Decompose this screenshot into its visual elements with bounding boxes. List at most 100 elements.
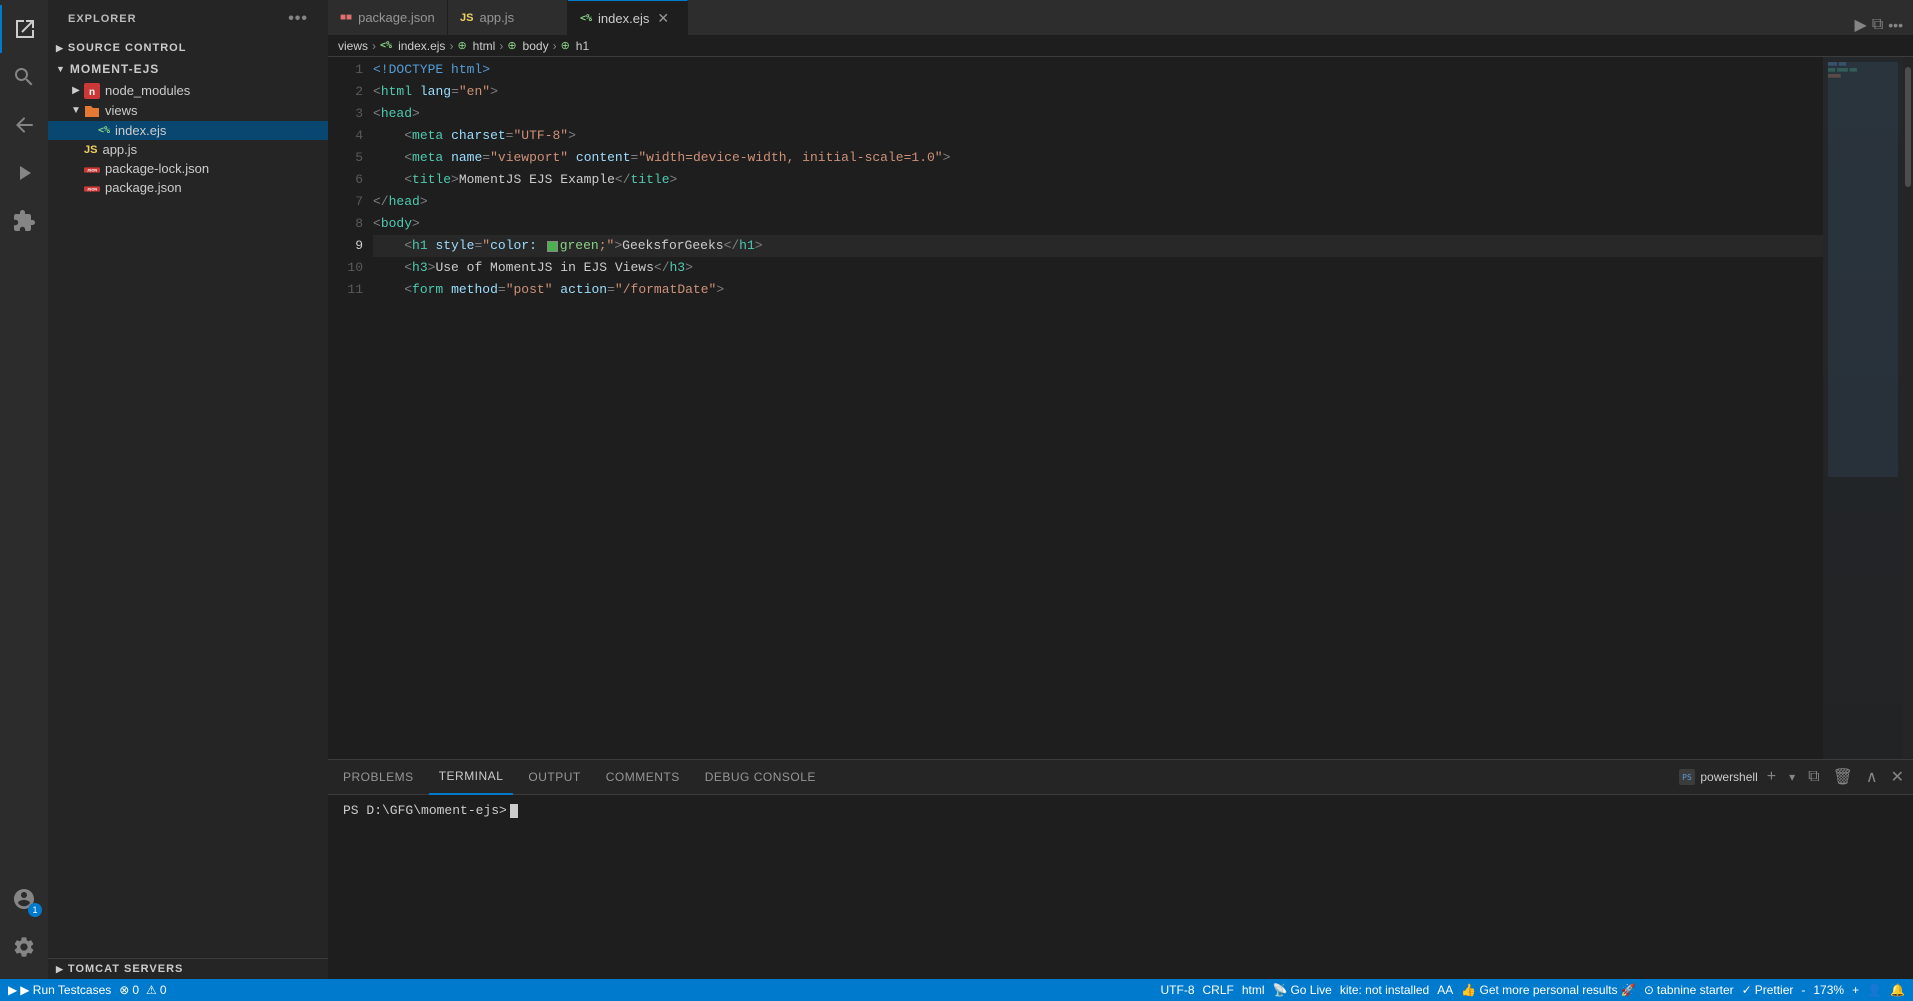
minimap: █████ ████ ████ ██████ ████ ███████ [1823, 57, 1903, 759]
font-size-icon: AA [1437, 983, 1453, 997]
tab-close-button[interactable]: ✕ [657, 10, 669, 27]
code-content: 1 2 3 4 5 6 7 8 9 10 11 [328, 57, 1913, 759]
breadcrumb-body[interactable]: ⊕ body [507, 39, 548, 53]
breadcrumb-body-label: body [523, 39, 549, 53]
svg-text:PS: PS [1683, 773, 1693, 782]
status-zoom-minus[interactable]: - [1801, 983, 1805, 997]
code-lines-container[interactable]: <!DOCTYPE html> <html lang="en"> <head> … [373, 57, 1823, 759]
status-zoom-level[interactable]: 173% [1813, 983, 1844, 997]
status-bar-right: UTF-8 CRLF html 📡 Go Live kite: not inst… [1161, 983, 1906, 997]
code-line-9: <h1 style="color: green;">GeeksforGeeks<… [373, 235, 1823, 257]
project-section[interactable]: ▼ MOMENT-EJS [48, 58, 328, 80]
status-language[interactable]: html [1242, 983, 1265, 997]
panel-dropdown-btn[interactable]: ▾ [1785, 768, 1799, 786]
scrollbar-vertical[interactable] [1903, 57, 1913, 759]
panel-content[interactable]: PS D:\GFG\moment-ejs> [328, 795, 1913, 979]
source-control-section[interactable]: ▶ SOURCE CONTROL [48, 38, 328, 58]
bc-html-icon: ⊕ [457, 39, 466, 52]
sidebar-more-icon[interactable]: ••• [288, 10, 308, 28]
ln-3: 3 [328, 103, 363, 125]
tabnine-label: tabnine starter [1657, 983, 1734, 997]
panel-trash-btn[interactable]: 🗑 [1829, 765, 1857, 789]
node-modules-icon: n [84, 82, 100, 99]
tomcat-header[interactable]: ▶ TOMCAT SERVERS [48, 959, 328, 979]
tomcat-section: ▶ TOMCAT SERVERS [48, 958, 328, 979]
breadcrumb-index-ejs[interactable]: <% index.ejs [380, 39, 445, 53]
activity-settings[interactable] [0, 923, 48, 971]
bc-sep-1: › [372, 39, 376, 53]
status-prettier[interactable]: ✓ Prettier [1742, 983, 1794, 997]
code-line-3: <head> [373, 103, 1823, 125]
tab-package-json[interactable]: ■■ package.json [328, 0, 448, 35]
more-actions-button[interactable]: ••• [1888, 17, 1903, 33]
status-personalize[interactable]: 👍 Get more personal results 🚀 [1461, 983, 1636, 997]
tree-index-ejs[interactable]: <% index.ejs [48, 121, 328, 140]
tab-index-ejs[interactable]: <% index.ejs ✕ [568, 0, 688, 35]
sidebar-header-actions: ••• [288, 10, 308, 28]
status-user-icon[interactable]: 👤 [1867, 983, 1882, 997]
personalize-label: 👍 Get more personal results 🚀 [1461, 983, 1636, 997]
status-errors-warnings[interactable]: ⊗ 0 ⚠ 0 [119, 983, 166, 997]
sidebar: EXPLORER ••• ▶ SOURCE CONTROL ▼ MOMENT-E… [48, 0, 328, 979]
tab-json-icon: ■■ [340, 12, 352, 23]
tab-output[interactable]: OUTPUT [518, 760, 590, 795]
status-run-testcases[interactable]: ▶ ▶ Run Testcases [8, 983, 111, 997]
breadcrumb-h1-label: h1 [576, 39, 589, 53]
status-tabnine[interactable]: ⊙ tabnine starter [1644, 983, 1734, 997]
user-icon: 👤 [1867, 983, 1882, 997]
source-control-arrow: ▶ [56, 43, 64, 54]
svg-text:n: n [89, 87, 95, 98]
breadcrumb-views[interactable]: views [338, 39, 368, 53]
tree-package-lock[interactable]: JSON package-lock.json [48, 159, 328, 178]
bc-sep-4: › [553, 39, 557, 53]
tab-problems[interactable]: PROBLEMS [333, 760, 424, 795]
status-go-live[interactable]: 📡 Go Live [1273, 983, 1332, 997]
panel-close-btn[interactable]: ✕ [1887, 765, 1908, 789]
tab-debug-console[interactable]: DEBUG CONSOLE [695, 760, 826, 795]
code-line-11: <form method="post" action="/formatDate"… [373, 279, 1823, 301]
index-ejs-label: index.ejs [115, 123, 166, 138]
tab-terminal[interactable]: TERMINAL [429, 760, 514, 795]
main-layout: 1 EXPLORER ••• ▶ SOURCE CONTROL ▼ MOMENT… [0, 0, 1913, 979]
activity-account[interactable]: 1 [0, 875, 48, 923]
kite-label: kite: not installed [1340, 983, 1429, 997]
ln-6: 6 [328, 169, 363, 191]
tree-package-json[interactable]: JSON package.json [48, 178, 328, 197]
code-editor[interactable]: 1 2 3 4 5 6 7 8 9 10 11 [328, 57, 1913, 759]
status-font-size[interactable]: AA [1437, 983, 1453, 997]
tab-comments[interactable]: COMMENTS [596, 760, 690, 795]
run-button[interactable]: ▶ [1855, 15, 1867, 35]
status-encoding[interactable]: UTF-8 [1161, 983, 1195, 997]
split-editor-button[interactable]: ⧉ [1872, 16, 1883, 34]
breadcrumb-html[interactable]: ⊕ html [457, 39, 495, 53]
activity-search[interactable] [0, 53, 48, 101]
tab-app-js[interactable]: JS app.js [448, 0, 568, 35]
tab-bar-actions: ▶ ⧉ ••• [1855, 15, 1913, 35]
package-lock-label: package-lock.json [105, 161, 209, 176]
status-bell[interactable]: 🔔 [1890, 983, 1905, 997]
activity-run[interactable] [0, 149, 48, 197]
ln-1: 1 [328, 59, 363, 81]
go-live-label: Go Live [1290, 983, 1331, 997]
status-zoom-plus[interactable]: + [1852, 983, 1859, 997]
panel-collapse-btn[interactable]: ∧ [1862, 765, 1882, 789]
tomcat-label: TOMCAT SERVERS [68, 963, 183, 975]
activity-explorer[interactable] [0, 5, 48, 53]
package-lock-icon: JSON [84, 161, 100, 176]
status-kite[interactable]: kite: not installed [1340, 983, 1429, 997]
project-name: MOMENT-EJS [70, 62, 159, 76]
tree-app-js[interactable]: JS app.js [48, 140, 328, 159]
status-line-ending[interactable]: CRLF [1203, 983, 1234, 997]
tree-node-modules[interactable]: ▶ n node_modules [48, 80, 328, 101]
editor-area: ■■ package.json JS app.js <% index.ejs ✕… [328, 0, 1913, 979]
breadcrumb-h1[interactable]: ⊕ h1 [561, 39, 590, 53]
zoom-minus-label: - [1801, 983, 1805, 997]
activity-extensions[interactable] [0, 197, 48, 245]
tree-views[interactable]: ▼ views [48, 101, 328, 122]
activity-git[interactable] [0, 101, 48, 149]
code-line-7: </head> [373, 191, 1823, 213]
panel-split-btn[interactable]: ⧉ [1804, 766, 1823, 788]
run-label: ▶ Run Testcases [20, 983, 111, 997]
ejs-icon: <% [98, 125, 110, 136]
panel-add-btn[interactable]: + [1763, 766, 1780, 788]
